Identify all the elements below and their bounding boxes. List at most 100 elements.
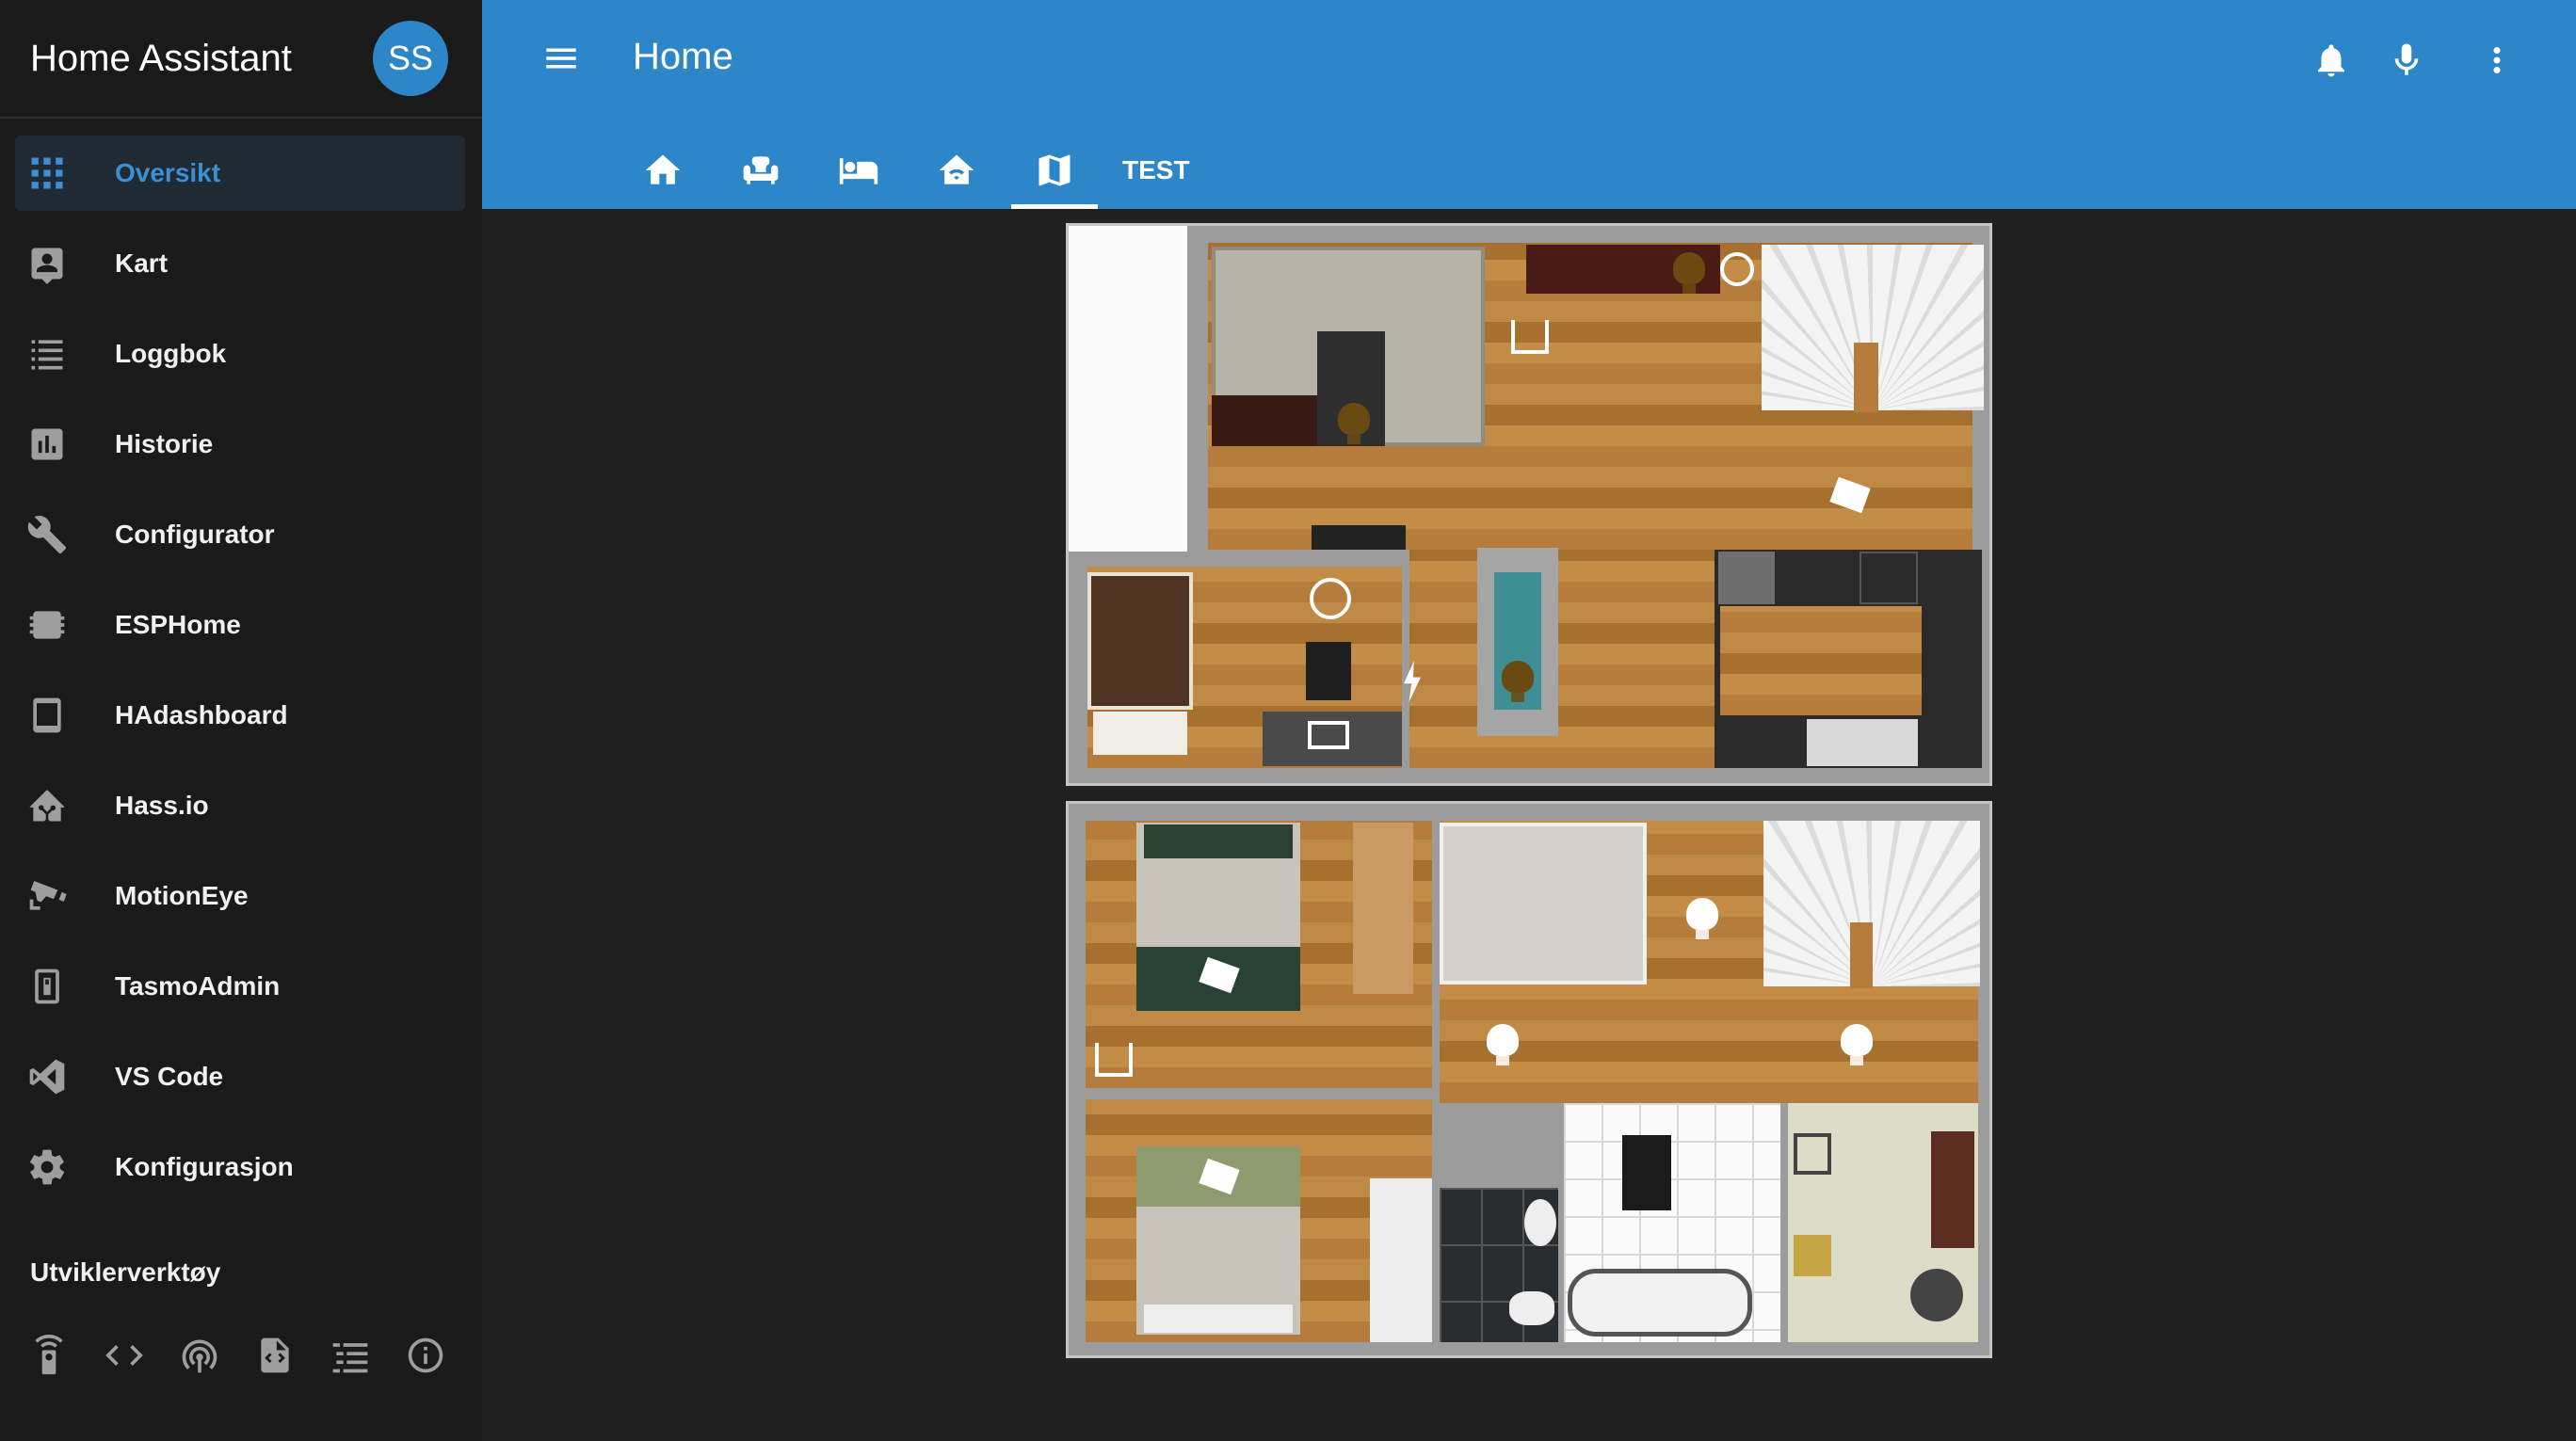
stove <box>1860 552 1918 604</box>
developer-tools <box>26 1329 448 1382</box>
switch-device-icon <box>0 966 100 1007</box>
home-assistant-icon <box>0 785 100 826</box>
guest-bed <box>1087 572 1193 710</box>
laptop-icon[interactable] <box>1308 721 1349 749</box>
tab-home[interactable] <box>614 132 712 209</box>
code-brackets-icon[interactable] <box>102 1329 147 1382</box>
dishwasher <box>1807 719 1918 766</box>
pillows <box>1144 825 1293 858</box>
menu-icon <box>546 48 576 69</box>
pillows <box>1144 1305 1293 1333</box>
sidebar-item-loggbok[interactable]: Loggbok <box>15 316 465 392</box>
grid-icon <box>0 152 100 194</box>
tablet-icon <box>0 695 100 736</box>
sidebar-item-label: ESPHome <box>115 610 241 639</box>
home-icon <box>645 154 681 184</box>
lightbulb-icon[interactable] <box>1338 403 1370 444</box>
cctv-icon <box>0 875 100 917</box>
sidebar-item-label: Kart <box>115 248 169 278</box>
sidebar-item-vscode[interactable]: VS Code <box>15 1039 465 1114</box>
sidebar-item-historie[interactable]: Historie <box>15 407 465 482</box>
sidebar-item-hassio[interactable]: Hass.io <box>15 768 465 843</box>
app-toolbar: Home TEST <box>482 0 2576 209</box>
menu-button[interactable] <box>527 36 595 81</box>
sidebar-item-label: MotionEye <box>115 881 249 910</box>
sidebar-item-kart[interactable]: Kart <box>15 226 465 301</box>
sidebar-header: Home Assistant SS <box>0 0 482 119</box>
rug <box>1212 395 1317 446</box>
robot-vacuum-icon[interactable] <box>1720 252 1754 286</box>
sidebar-item-oversikt[interactable]: Oversikt <box>15 136 465 211</box>
tab-bedroom[interactable] <box>810 132 908 209</box>
fan-icon[interactable] <box>1310 578 1351 619</box>
floorplan-upper-floor <box>1066 801 1992 1358</box>
storage-room <box>1440 823 1647 985</box>
wardrobe <box>1353 823 1413 994</box>
format-list-bulleted-icon <box>0 333 100 375</box>
dots-vertical-icon[interactable] <box>2471 34 2523 87</box>
format-list-icon[interactable] <box>328 1329 373 1382</box>
access-point-icon[interactable] <box>177 1329 222 1382</box>
tab-house[interactable] <box>908 132 1006 209</box>
sidebar-menu: Oversikt Kart Loggbok Historie Configura… <box>0 119 482 1205</box>
floorplan-ground-floor <box>1066 223 1992 786</box>
sink <box>1718 552 1775 604</box>
sofa-icon <box>743 156 779 184</box>
account-box-icon <box>0 243 100 284</box>
lightbulb-icon[interactable] <box>1841 1024 1873 1065</box>
app-title: Home Assistant <box>30 37 292 79</box>
sidebar-item-hadashboard[interactable]: HAdashboard <box>15 678 465 753</box>
lightbulb-icon[interactable] <box>1673 252 1705 294</box>
page-title: Home <box>633 36 733 77</box>
sidebar-item-configurator[interactable]: Configurator <box>15 497 465 572</box>
pillows <box>1093 712 1187 755</box>
tab-livingroom[interactable] <box>712 132 810 209</box>
entrance-area <box>1069 226 1187 552</box>
developer-tools-title: Utviklerverktøy <box>30 1257 221 1287</box>
tv-bench <box>1312 525 1406 550</box>
sidebar-item-label: Oversikt <box>115 158 221 187</box>
bell-icon[interactable] <box>2305 34 2358 87</box>
toilet <box>1509 1291 1554 1325</box>
map-icon <box>1038 154 1071 186</box>
lightbulb-icon[interactable] <box>1487 1024 1519 1065</box>
info-icon[interactable] <box>403 1329 448 1382</box>
wrench-icon <box>0 514 100 555</box>
microphone-icon[interactable] <box>2380 34 2433 87</box>
dryer <box>1794 1235 1831 1276</box>
view-tabs: TEST <box>614 132 1209 209</box>
avatar[interactable]: SS <box>373 21 448 96</box>
lightbulb-icon[interactable] <box>1502 661 1534 702</box>
sidebar-item-label: Loggbok <box>115 339 227 368</box>
sidebar-item-konfigurasjon[interactable]: Konfigurasjon <box>15 1129 465 1205</box>
chair <box>1306 642 1351 700</box>
sidebar-item-label: Historie <box>115 429 214 458</box>
sidebar-item-label: Konfigurasjon <box>115 1152 294 1181</box>
sink <box>1524 1199 1556 1246</box>
sidebar-item-label: Configurator <box>115 520 275 549</box>
lightbulb-icon[interactable] <box>1686 898 1718 939</box>
bathtub <box>1568 1269 1752 1337</box>
sidebar-item-label: VS Code <box>115 1062 224 1091</box>
gear-icon <box>0 1146 100 1188</box>
shelf <box>1931 1131 1974 1248</box>
sidebar-item-label: HAdashboard <box>115 700 288 729</box>
vscode-icon <box>0 1056 100 1097</box>
kitchen-floor <box>1720 606 1922 715</box>
boiler <box>1910 1269 1963 1321</box>
chart-box-icon <box>0 424 100 465</box>
stair-landing <box>1854 343 1878 412</box>
sidebar-item-tasmoadmin[interactable]: TasmoAdmin <box>15 949 465 1024</box>
home-wifi-icon <box>939 154 974 184</box>
tab-test[interactable]: TEST <box>1103 132 1209 209</box>
sidebar-item-motioneye[interactable]: MotionEye <box>15 858 465 934</box>
remote-icon[interactable] <box>26 1329 72 1382</box>
sidebar-item-esphome[interactable]: ESPHome <box>15 587 465 663</box>
washing-machine <box>1794 1133 1831 1175</box>
radiator-icon[interactable] <box>1095 1043 1133 1077</box>
file-code-icon[interactable] <box>252 1329 298 1382</box>
radiator-icon[interactable] <box>1511 320 1549 354</box>
tab-floorplan[interactable] <box>1006 132 1103 209</box>
bed-icon <box>839 158 878 184</box>
stair-landing <box>1850 922 1873 988</box>
